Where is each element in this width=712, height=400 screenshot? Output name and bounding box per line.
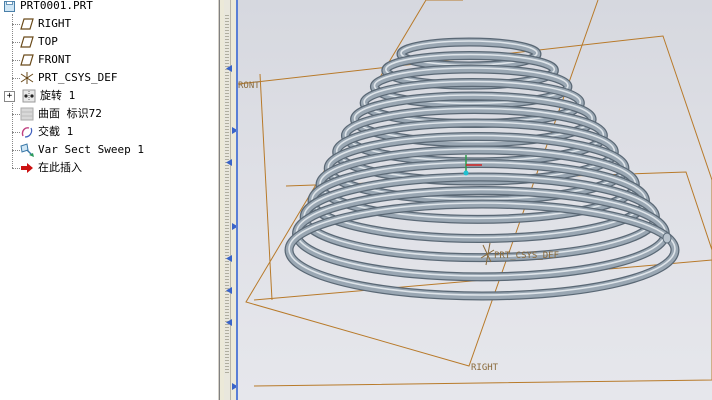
- collapse-arrow-icon[interactable]: [224, 254, 233, 263]
- tree-item-label: Var Sect Sweep 1: [38, 143, 144, 156]
- tree-item-label: FRONT: [38, 53, 72, 66]
- front-plane-label: RONT: [238, 81, 260, 91]
- tree-item-front[interactable]: FRONT: [20, 51, 71, 69]
- tree-item-sweep[interactable]: Var Sect Sweep 1: [20, 141, 144, 159]
- intersect-icon: [20, 125, 34, 139]
- insert-here-arrow-icon: [20, 161, 34, 175]
- tree-item-insert-here[interactable]: 在此插入: [20, 159, 82, 177]
- datum-plane-edge: [259, 73, 273, 301]
- collapse-arrow-icon[interactable]: [224, 318, 233, 327]
- tree-item-right[interactable]: RIGHT: [20, 15, 71, 33]
- model-scene[interactable]: RONT PRT_CSYS_DEF RIGHT: [238, 0, 712, 400]
- datum-plane-icon: [20, 35, 34, 49]
- tree-item-label: TOP: [38, 35, 58, 48]
- tree-item-label: PRT_CSYS_DEF: [38, 71, 118, 84]
- revolve-icon: [22, 89, 36, 103]
- tree-item-surface[interactable]: 曲面 标识72: [20, 105, 102, 123]
- tree-item-csys[interactable]: PRT_CSYS_DEF: [20, 69, 117, 87]
- tree-item-label: 旋转 1: [40, 89, 76, 102]
- collapse-arrow-icon[interactable]: [224, 158, 233, 167]
- right-plane-label: RIGHT: [471, 363, 499, 373]
- tree-item-label: RIGHT: [38, 17, 72, 30]
- tree-root-label: PRT0001.PRT: [20, 0, 93, 12]
- expand-plus-icon[interactable]: +: [4, 90, 15, 102]
- collapse-arrow-icon[interactable]: [224, 286, 233, 295]
- coordinate-system-icon: [20, 71, 34, 85]
- datum-plane-icon: [20, 17, 34, 31]
- datum-plane-icon: [20, 53, 34, 67]
- collapse-arrow-icon[interactable]: [224, 64, 233, 73]
- surface-icon: [20, 107, 34, 121]
- tree-item-top[interactable]: TOP: [20, 33, 58, 51]
- tree-item-label: 交截 1: [38, 125, 74, 138]
- tree-item-intersect[interactable]: 交截 1: [20, 123, 73, 141]
- spring-end-cap: [662, 232, 672, 244]
- tree-item-revolve[interactable]: + 旋转 1: [4, 87, 75, 105]
- tree-root[interactable]: PRT0001.PRT: [2, 0, 93, 15]
- model-tree: PRT0001.PRT RIGHT TOP FRONT PRT_CSYS_DEF…: [0, 0, 217, 400]
- sash-grip[interactable]: [224, 0, 231, 400]
- graphics-viewport[interactable]: RONT PRT_CSYS_DEF RIGHT: [238, 0, 712, 400]
- sweep-icon: [20, 142, 34, 157]
- tree-item-label: 曲面 标识72: [38, 107, 102, 120]
- tree-item-label: 在此插入: [38, 161, 82, 174]
- part-icon: [2, 0, 16, 13]
- csys-label: PRT_CSYS_DEF: [494, 251, 559, 261]
